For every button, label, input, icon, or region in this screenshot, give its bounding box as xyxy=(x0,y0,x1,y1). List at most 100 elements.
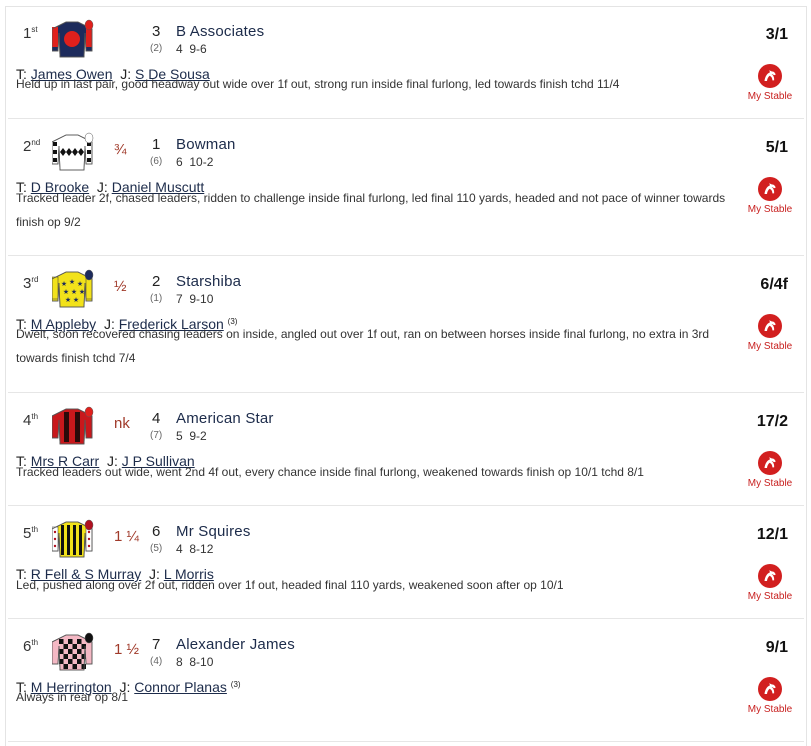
starting-price: 17/2 xyxy=(756,413,788,430)
horse-name[interactable]: Alexander James xyxy=(176,636,295,653)
saddle-cloth-number: 7 xyxy=(152,636,161,653)
stall-draw: (1) xyxy=(150,293,163,304)
horse-head-icon xyxy=(758,64,782,88)
starting-price: 9/1 xyxy=(765,639,788,656)
stall-draw: (4) xyxy=(150,656,163,667)
horse-age: 5 xyxy=(176,429,183,443)
jockey-silk-icon: ★ ★ ★ ★ ★ ★ ★ ★ xyxy=(51,269,94,309)
stall-draw: (7) xyxy=(150,430,163,441)
horse-weight: 8-12 xyxy=(189,542,214,556)
age-weight: 4 9-6 xyxy=(176,42,207,56)
position-suffix: rd xyxy=(31,275,39,284)
horse-age: 8 xyxy=(176,655,183,669)
my-stable-button[interactable]: My Stable xyxy=(742,177,798,215)
saddle-cloth-number: 4 xyxy=(152,410,161,427)
svg-text:★: ★ xyxy=(69,278,75,286)
finish-position: 4th xyxy=(23,412,39,429)
runner-row: 2nd ¾ 1 (6) Bowman 6 10-2 5/1 T: D Brook… xyxy=(6,119,806,256)
beaten-distance: 1 ½ xyxy=(114,641,140,658)
saddle-cloth-number: 2 xyxy=(152,273,161,290)
horse-age: 7 xyxy=(176,292,183,306)
my-stable-button[interactable]: My Stable xyxy=(742,314,798,352)
race-comment: Dwelt, soon recovered chasing leaders on… xyxy=(16,327,710,365)
my-stable-label: My Stable xyxy=(747,91,793,102)
runner-row: 6th 1 ½ 7 (4) Alexander James 8 8-10 9/1… xyxy=(6,619,806,742)
age-weight: 8 8-10 xyxy=(176,655,213,669)
my-stable-button[interactable]: My Stable xyxy=(742,677,798,715)
my-stable-button[interactable]: My Stable xyxy=(742,564,798,602)
age-weight: 7 9-10 xyxy=(176,292,213,306)
saddle-cloth-number: 3 xyxy=(152,23,161,40)
horse-weight: 9-6 xyxy=(189,42,207,56)
race-comment: Led, pushed along over 2f out, ridden ov… xyxy=(16,578,564,592)
my-stable-button[interactable]: My Stable xyxy=(742,64,798,102)
starting-price: 3/1 xyxy=(765,26,788,43)
my-stable-button[interactable]: My Stable xyxy=(742,451,798,489)
horse-head-icon xyxy=(758,451,782,475)
position-suffix: th xyxy=(31,412,39,421)
horse-name[interactable]: Starshiba xyxy=(176,273,241,290)
my-stable-label: My Stable xyxy=(747,204,793,215)
stall-draw: (6) xyxy=(150,156,163,167)
horse-age: 4 xyxy=(176,42,183,56)
position-suffix: st xyxy=(31,25,38,34)
horse-age: 4 xyxy=(176,542,183,556)
horse-name[interactable]: American Star xyxy=(176,410,274,427)
finish-position: 3rd xyxy=(23,275,39,292)
age-weight: 5 9-2 xyxy=(176,429,207,443)
age-weight: 4 8-12 xyxy=(176,542,213,556)
my-stable-label: My Stable xyxy=(747,341,793,352)
horse-head-icon xyxy=(758,677,782,701)
runner-row: 5th 1 ¼ 6 (5) Mr Squires 4 8-12 12/1 T: … xyxy=(6,506,806,619)
saddle-cloth-number: 6 xyxy=(152,523,161,540)
beaten-distance: ¾ xyxy=(114,141,127,158)
race-comment: Held up in last pair, good headway out w… xyxy=(16,77,620,91)
horse-weight: 9-2 xyxy=(189,429,207,443)
jockey-silk-icon xyxy=(51,132,94,172)
position-suffix: th xyxy=(31,638,39,647)
horse-head-icon xyxy=(758,177,782,201)
horse-weight: 10-2 xyxy=(189,155,214,169)
finish-position: 6th xyxy=(23,638,39,655)
age-weight: 6 10-2 xyxy=(176,155,213,169)
horse-head-icon xyxy=(758,564,782,588)
beaten-distance: nk xyxy=(114,415,130,432)
starting-price: 12/1 xyxy=(756,526,788,543)
svg-text:★: ★ xyxy=(73,296,79,304)
horse-name[interactable]: Mr Squires xyxy=(176,523,251,540)
runner-row: 1st 3 (2) B Associates 4 9-6 3/1 T: Jame… xyxy=(6,6,806,119)
my-stable-label: My Stable xyxy=(747,478,793,489)
svg-text:★: ★ xyxy=(61,280,67,288)
jockey-silk-icon xyxy=(51,632,94,672)
finish-position: 1st xyxy=(23,25,38,42)
finish-position: 5th xyxy=(23,525,39,542)
jockey-silk-icon xyxy=(51,406,94,446)
race-comment: Tracked leader 2f, chased leaders, ridde… xyxy=(16,191,726,229)
stall-draw: (2) xyxy=(150,43,163,54)
svg-text:★: ★ xyxy=(63,288,69,296)
svg-text:★: ★ xyxy=(65,296,71,304)
my-stable-label: My Stable xyxy=(747,591,793,602)
horse-head-icon xyxy=(758,314,782,338)
horse-name[interactable]: Bowman xyxy=(176,136,236,153)
stall-draw: (5) xyxy=(150,543,163,554)
saddle-cloth-number: 1 xyxy=(152,136,161,153)
race-comment: Always in rear op 8/1 xyxy=(16,690,129,704)
runner-row: 3rd ★ ★ ★ ★ ★ ★ ★ ★ ½ 2 (1) Starshiba 7 9-10 6/… xyxy=(6,256,806,393)
beaten-distance: ½ xyxy=(114,278,127,295)
horse-weight: 9-10 xyxy=(189,292,214,306)
position-suffix: nd xyxy=(31,138,41,147)
race-comment: Tracked leaders out wide, went 2nd 4f ou… xyxy=(16,465,644,479)
horse-name[interactable]: B Associates xyxy=(176,23,264,40)
my-stable-label: My Stable xyxy=(747,704,793,715)
horse-weight: 8-10 xyxy=(189,655,214,669)
svg-text:★: ★ xyxy=(71,288,77,296)
runner-row: 4th nk 4 (7) American Star 5 9-2 17/2 T:… xyxy=(6,393,806,506)
horse-age: 6 xyxy=(176,155,183,169)
beaten-distance: 1 ¼ xyxy=(114,528,140,545)
starting-price: 6/4f xyxy=(760,276,788,293)
jockey-silk-icon xyxy=(51,519,94,559)
finish-position: 2nd xyxy=(23,138,41,155)
svg-text:★: ★ xyxy=(77,280,83,288)
jockey-silk-icon xyxy=(51,19,94,59)
